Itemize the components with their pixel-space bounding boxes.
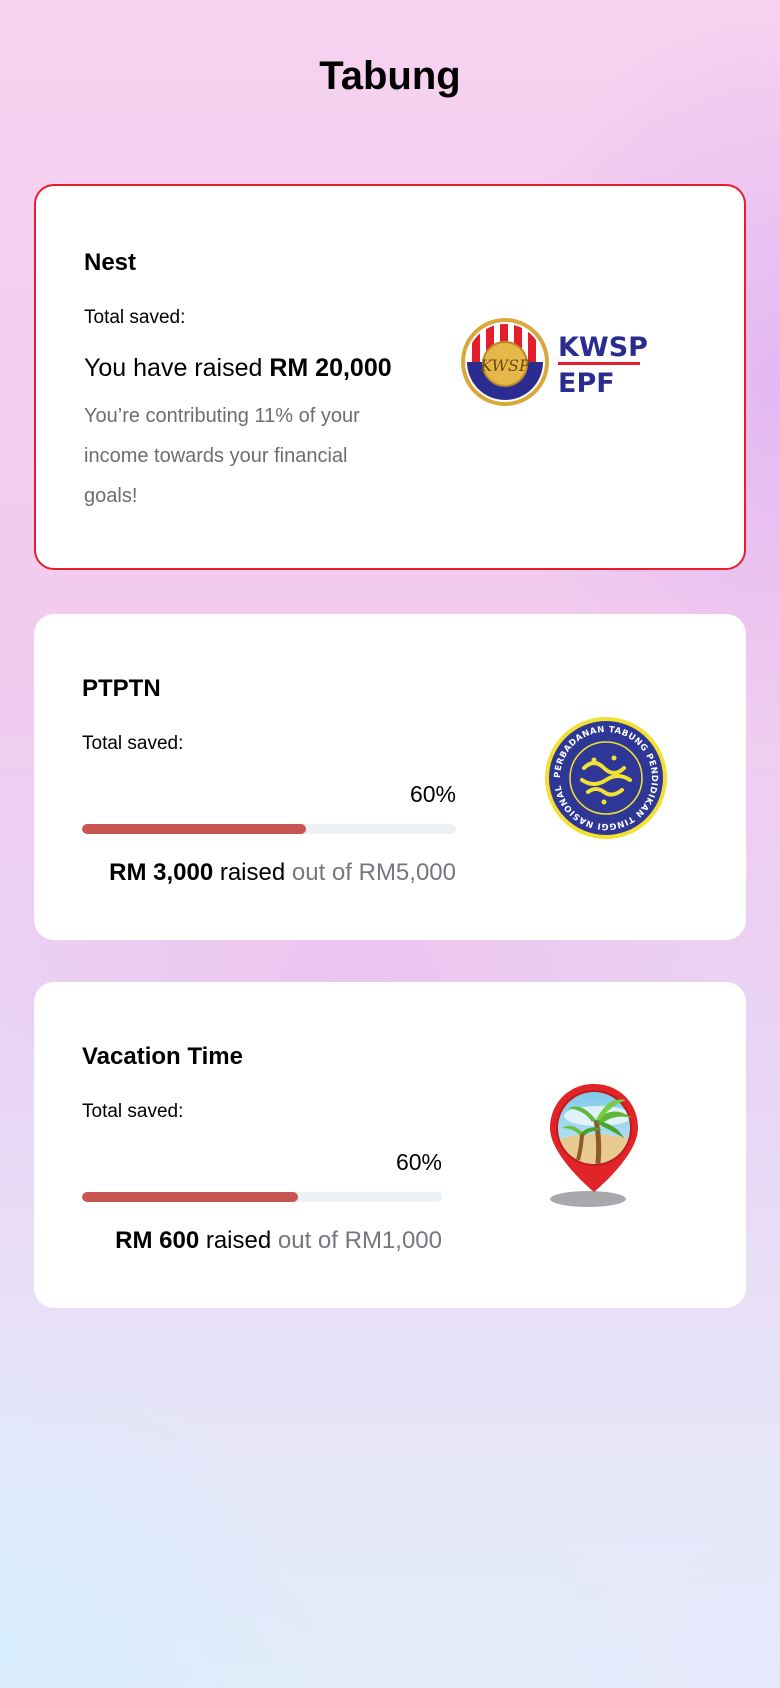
savings-card-ptptn[interactable]: PTPTN Total saved: 60% RM 3,000 raised o… (34, 614, 746, 940)
palm-tree-location-pin-icon (538, 1080, 678, 1212)
kwsp-seal-text: KWSP (479, 356, 530, 375)
ptptn-seal-logo: PERBADANAN TABUNG PENDIDIKAN TINGGI NASI… (540, 709, 668, 840)
raised-word: raised (219, 859, 286, 886)
card-title: Nest (84, 249, 137, 276)
progress-percent: 60% (395, 1149, 442, 1175)
kwsp-epf-logo: KWSP KWSP EPF (460, 316, 650, 408)
raised-amount: RM 20,000 (269, 354, 392, 382)
raised-word: raised (205, 1227, 272, 1254)
raised-amount: RM 3,000 (109, 859, 214, 886)
progress-bar (82, 824, 456, 834)
progress-bar (82, 1192, 442, 1202)
kwsp-text: KWSP (558, 332, 648, 363)
progress-bar-fill (82, 1192, 298, 1202)
goal-amount: out of RM1,000 (277, 1227, 442, 1254)
total-saved-label: Total saved: (82, 733, 184, 754)
savings-card-nest[interactable]: Nest Total saved: You have raised RM 20,… (34, 184, 746, 570)
card-title: PTPTN (82, 675, 161, 702)
card-title: Vacation Time (82, 1043, 243, 1070)
progress-percent: 60% (409, 781, 456, 807)
raised-amount: RM 600 (115, 1227, 200, 1254)
epf-text: EPF (558, 368, 615, 399)
savings-card-vacation[interactable]: Vacation Time Total saved: 60% RM 600 ra… (34, 982, 746, 1308)
raised-summary: RM 600 raised out of RM1,000 (82, 1226, 442, 1256)
total-saved-label: Total saved: (82, 1101, 184, 1122)
page-title: Tabung (319, 54, 461, 98)
raised-amount-text: You have raised RM 20,000 (84, 352, 392, 384)
raised-summary: RM 3,000 raised out of RM5,000 (82, 858, 456, 888)
contribution-note: You’re contributing 11% of your income t… (84, 405, 360, 507)
total-saved-label: Total saved: (84, 307, 186, 328)
raised-prefix: You have raised (84, 354, 263, 382)
progress-bar-fill (82, 824, 307, 834)
goal-amount: out of RM5,000 (291, 859, 456, 886)
